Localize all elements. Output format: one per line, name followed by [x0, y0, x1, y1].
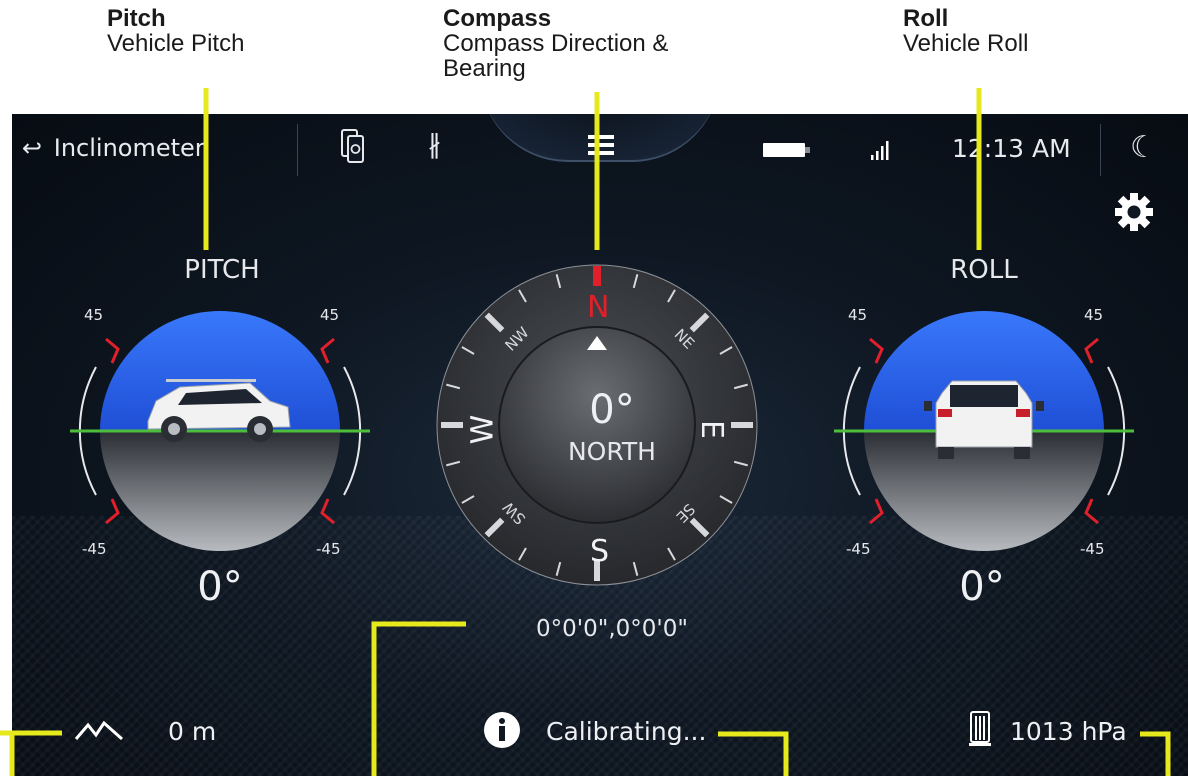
callout-leader-lines [0, 88, 1171, 776]
annotated-screenshot: Pitch Vehicle Pitch Compass Compass Dire… [0, 0, 1188, 776]
